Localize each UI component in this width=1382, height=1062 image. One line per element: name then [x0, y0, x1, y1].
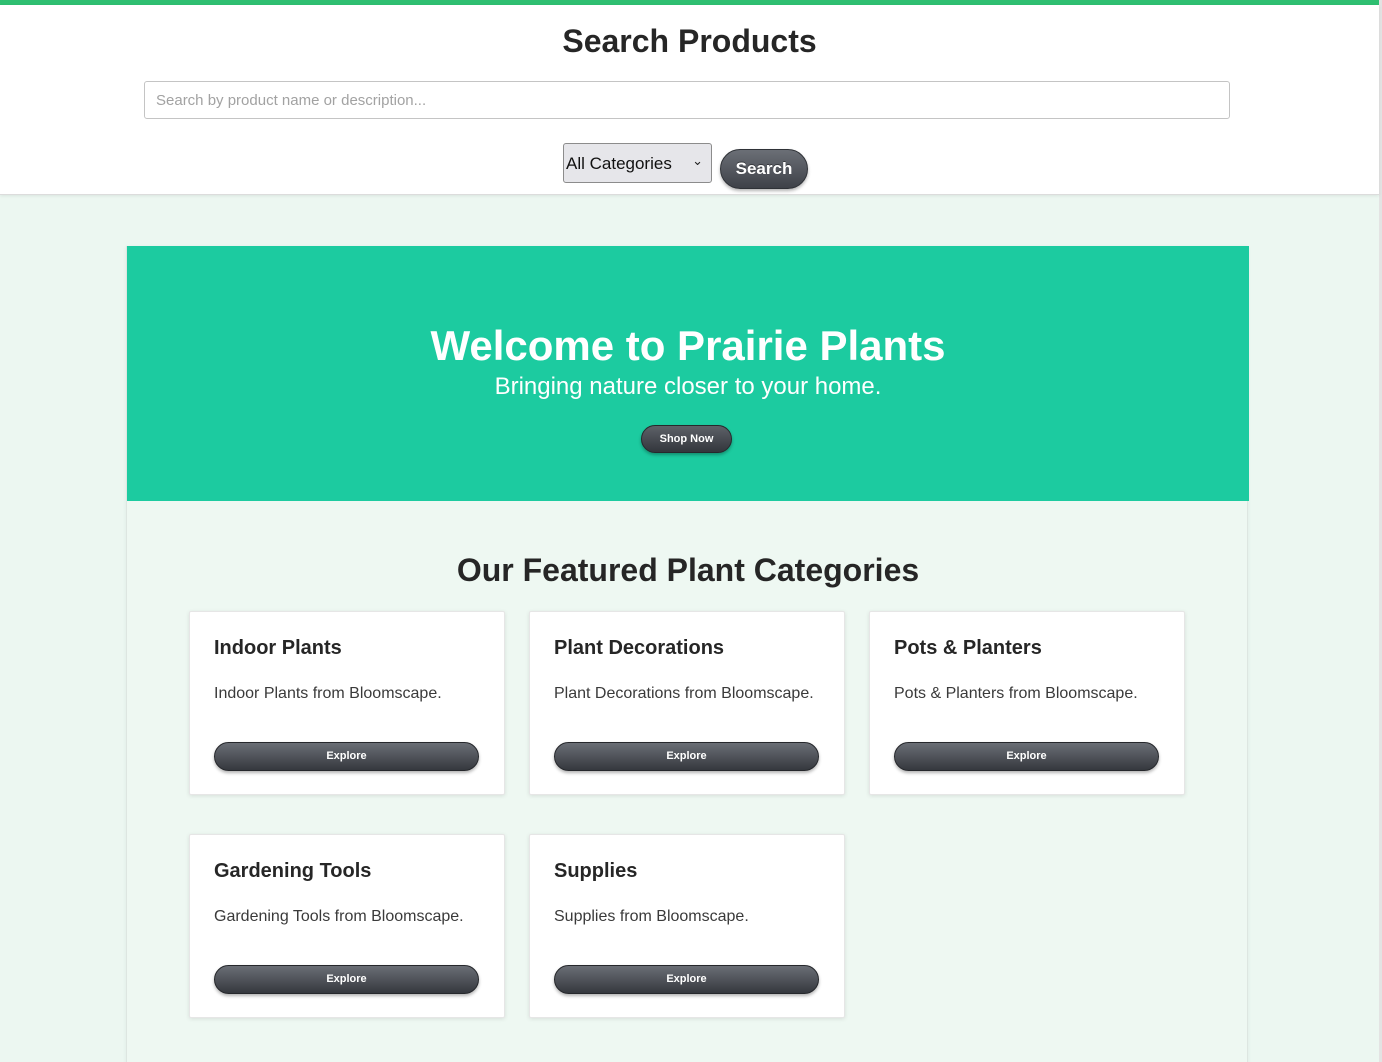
search-header: Search Products All Categories ⌄ Search [0, 5, 1379, 195]
card-description: Supplies from Bloomscape. [554, 908, 749, 925]
page: Search Products All Categories ⌄ Search … [0, 0, 1382, 1062]
card-title: Supplies [554, 860, 638, 882]
card-description: Plant Decorations from Bloomscape. [554, 685, 814, 702]
card-description: Pots & Planters from Bloomscape. [894, 685, 1138, 702]
featured-section-title: Our Featured Plant Categories [456, 552, 920, 588]
card-description: Gardening Tools from Bloomscape. [214, 908, 464, 925]
category-card-indoor-plants: Indoor Plants Indoor Plants from Bloomsc… [189, 611, 505, 795]
explore-button-indoor-plants[interactable]: Explore [214, 742, 479, 771]
explore-button-gardening-tools[interactable]: Explore [214, 965, 479, 994]
search-button[interactable]: Search [720, 149, 808, 189]
shop-now-button[interactable]: Shop Now [641, 425, 732, 453]
card-title: Gardening Tools [214, 860, 372, 882]
content-panel: Welcome to Prairie Plants Bringing natur… [126, 246, 1249, 1062]
hero-subtitle: Bringing nature closer to your home. [494, 373, 882, 400]
hero-title: Welcome to Prairie Plants [430, 322, 946, 369]
search-input[interactable] [144, 81, 1230, 119]
explore-button-supplies[interactable]: Explore [554, 965, 819, 994]
category-card-gardening-tools: Gardening Tools Gardening Tools from Blo… [189, 834, 505, 1018]
category-select-value: All Categories [566, 154, 672, 173]
category-card-pots-planters: Pots & Planters Pots & Planters from Blo… [869, 611, 1185, 795]
explore-button-pots-planters[interactable]: Explore [894, 742, 1159, 771]
category-select[interactable]: All Categories ⌄ [563, 143, 712, 183]
card-title: Indoor Plants [214, 637, 342, 659]
explore-button-plant-decorations[interactable]: Explore [554, 742, 819, 771]
hero-banner: Welcome to Prairie Plants Bringing natur… [127, 246, 1249, 501]
category-card-supplies: Supplies Supplies from Bloomscape. Explo… [529, 834, 845, 1018]
card-title: Pots & Planters [894, 637, 1042, 659]
chevron-down-icon: ⌄ [692, 153, 703, 168]
card-title: Plant Decorations [554, 637, 725, 659]
category-card-plant-decorations: Plant Decorations Plant Decorations from… [529, 611, 845, 795]
card-description: Indoor Plants from Bloomscape. [214, 685, 442, 702]
search-title: Search Products [562, 23, 817, 59]
